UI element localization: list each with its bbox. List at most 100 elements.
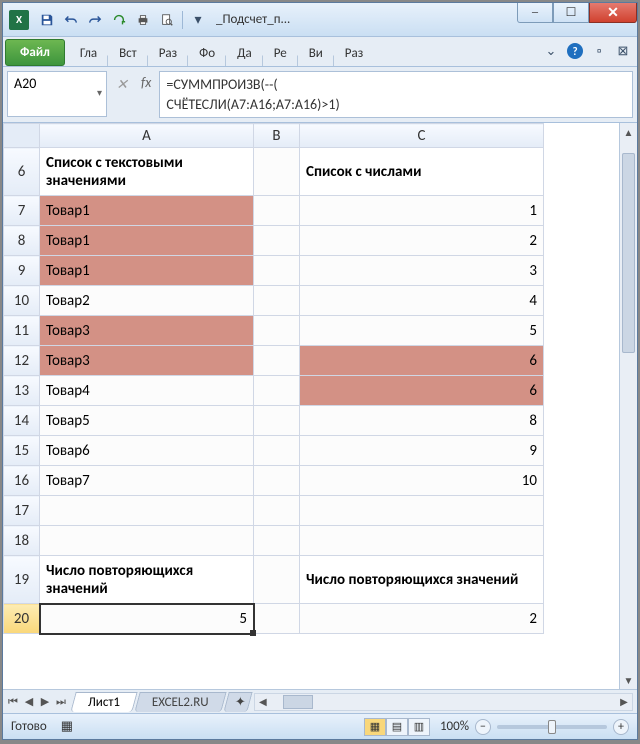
- preview-icon[interactable]: [156, 9, 178, 31]
- scroll-down-icon[interactable]: ▼: [620, 671, 637, 689]
- zoom-out-button[interactable]: −: [475, 719, 491, 735]
- macro-record-icon[interactable]: ▦: [61, 719, 73, 734]
- cell-B13[interactable]: [254, 376, 300, 406]
- view-normal-icon[interactable]: ▦: [364, 718, 386, 736]
- cell-B6[interactable]: [254, 148, 300, 196]
- cell-C8[interactable]: 2: [300, 226, 544, 256]
- cell-A12[interactable]: Товар3: [40, 346, 254, 376]
- redo-icon[interactable]: [84, 9, 106, 31]
- cancel-formula-icon[interactable]: ✕: [111, 74, 133, 94]
- cell-A19[interactable]: Число повторяющихся значений: [40, 556, 254, 604]
- tab-nav-first-icon[interactable]: ⏮: [5, 693, 21, 711]
- tab-pagelayout[interactable]: Раз: [150, 40, 186, 66]
- cell-C19[interactable]: Число повторяющихся значений: [300, 556, 544, 604]
- tab-nav-next-icon[interactable]: ▶: [37, 693, 53, 711]
- cell-B12[interactable]: [254, 346, 300, 376]
- col-header-B[interactable]: B: [254, 124, 300, 148]
- cell-B18[interactable]: [254, 526, 300, 556]
- ribbon-minimize-icon[interactable]: ⌄: [541, 41, 561, 61]
- zoom-level[interactable]: 100%: [440, 719, 469, 734]
- cell-B16[interactable]: [254, 466, 300, 496]
- cell-C18[interactable]: [300, 526, 544, 556]
- row-header[interactable]: 18: [4, 526, 40, 556]
- view-pagelayout-icon[interactable]: ▤: [386, 718, 408, 736]
- select-all-corner[interactable]: [4, 124, 40, 148]
- cell-B7[interactable]: [254, 196, 300, 226]
- row-header[interactable]: 6: [4, 148, 40, 196]
- zoom-in-button[interactable]: +: [613, 719, 629, 735]
- cell-C15[interactable]: 9: [300, 436, 544, 466]
- cell-C17[interactable]: [300, 496, 544, 526]
- maximize-button[interactable]: ☐: [553, 3, 589, 23]
- row-header[interactable]: 8: [4, 226, 40, 256]
- qat-dropdown-icon[interactable]: ▾: [187, 9, 209, 31]
- cell-A14[interactable]: Товар5: [40, 406, 254, 436]
- tab-nav-last-icon[interactable]: ⏭: [53, 693, 69, 711]
- scroll-right-icon[interactable]: ▶: [616, 695, 632, 708]
- close-button[interactable]: ✕: [589, 3, 637, 23]
- cell-A13[interactable]: Товар4: [40, 376, 254, 406]
- cell-B14[interactable]: [254, 406, 300, 436]
- save-icon[interactable]: [36, 9, 58, 31]
- cell-B17[interactable]: [254, 496, 300, 526]
- row-header[interactable]: 11: [4, 316, 40, 346]
- row-header[interactable]: 16: [4, 466, 40, 496]
- zoom-slider[interactable]: [497, 725, 607, 729]
- cell-A9[interactable]: Товар1: [40, 256, 254, 286]
- cell-B10[interactable]: [254, 286, 300, 316]
- cell-A11[interactable]: Товар3: [40, 316, 254, 346]
- help-button[interactable]: ?: [565, 41, 585, 61]
- cell-C16[interactable]: 10: [300, 466, 544, 496]
- cell-A15[interactable]: Товар6: [40, 436, 254, 466]
- col-header-C[interactable]: C: [300, 124, 544, 148]
- cell-A10[interactable]: Товар2: [40, 286, 254, 316]
- row-header[interactable]: 10: [4, 286, 40, 316]
- tab-file[interactable]: Файл: [5, 39, 65, 66]
- scroll-thumb[interactable]: [622, 153, 635, 353]
- mdi-close-icon[interactable]: ⊠: [613, 41, 633, 61]
- cell-B20[interactable]: [254, 604, 300, 634]
- scroll-left-icon[interactable]: ◀: [255, 695, 271, 708]
- cell-C14[interactable]: 8: [300, 406, 544, 436]
- cell-B15[interactable]: [254, 436, 300, 466]
- cell-C10[interactable]: 4: [300, 286, 544, 316]
- tab-formulas[interactable]: Фо: [190, 40, 224, 66]
- col-header-A[interactable]: A: [40, 124, 254, 148]
- cell-C11[interactable]: 5: [300, 316, 544, 346]
- cell-B8[interactable]: [254, 226, 300, 256]
- cell-C13[interactable]: 6: [300, 376, 544, 406]
- cell-C7[interactable]: 1: [300, 196, 544, 226]
- cell-A17[interactable]: [40, 496, 254, 526]
- mdi-restore-icon[interactable]: ▫: [589, 41, 609, 61]
- row-header[interactable]: 7: [4, 196, 40, 226]
- tab-nav-prev-icon[interactable]: ◀: [21, 693, 37, 711]
- cell-A8[interactable]: Товар1: [40, 226, 254, 256]
- tab-insert[interactable]: Вст: [110, 40, 146, 66]
- formula-input[interactable]: =СУММПРОИЗВ(--( СЧЁТЕСЛИ(A7:A16;A7:A16)>…: [159, 71, 633, 118]
- sheet-tab-active[interactable]: Лист1: [70, 692, 137, 712]
- new-sheet-button[interactable]: ✦: [223, 692, 252, 712]
- cell-B19[interactable]: [254, 556, 300, 604]
- row-header[interactable]: 13: [4, 376, 40, 406]
- cell-B9[interactable]: [254, 256, 300, 286]
- horizontal-scrollbar[interactable]: ◀ ▶: [254, 693, 633, 711]
- cell-A18[interactable]: [40, 526, 254, 556]
- view-pagebreak-icon[interactable]: ▥: [408, 718, 430, 736]
- cell-A6[interactable]: Список с текстовыми значениями: [40, 148, 254, 196]
- tab-review[interactable]: Ре: [265, 40, 296, 66]
- sheet-tab-2[interactable]: EXCEL2.RU: [134, 692, 226, 712]
- tab-developer[interactable]: Раз: [336, 40, 372, 66]
- cell-C9[interactable]: 3: [300, 256, 544, 286]
- cell-C6[interactable]: Список с числами: [300, 148, 544, 196]
- row-header[interactable]: 17: [4, 496, 40, 526]
- row-header[interactable]: 12: [4, 346, 40, 376]
- row-header[interactable]: 15: [4, 436, 40, 466]
- row-header[interactable]: 14: [4, 406, 40, 436]
- row-header[interactable]: 19: [4, 556, 40, 604]
- print-icon[interactable]: [132, 9, 154, 31]
- cell-B11[interactable]: [254, 316, 300, 346]
- row-header[interactable]: 20: [4, 604, 40, 634]
- scroll-up-icon[interactable]: ▲: [620, 123, 637, 141]
- row-header[interactable]: 9: [4, 256, 40, 286]
- cell-A7[interactable]: Товар1: [40, 196, 254, 226]
